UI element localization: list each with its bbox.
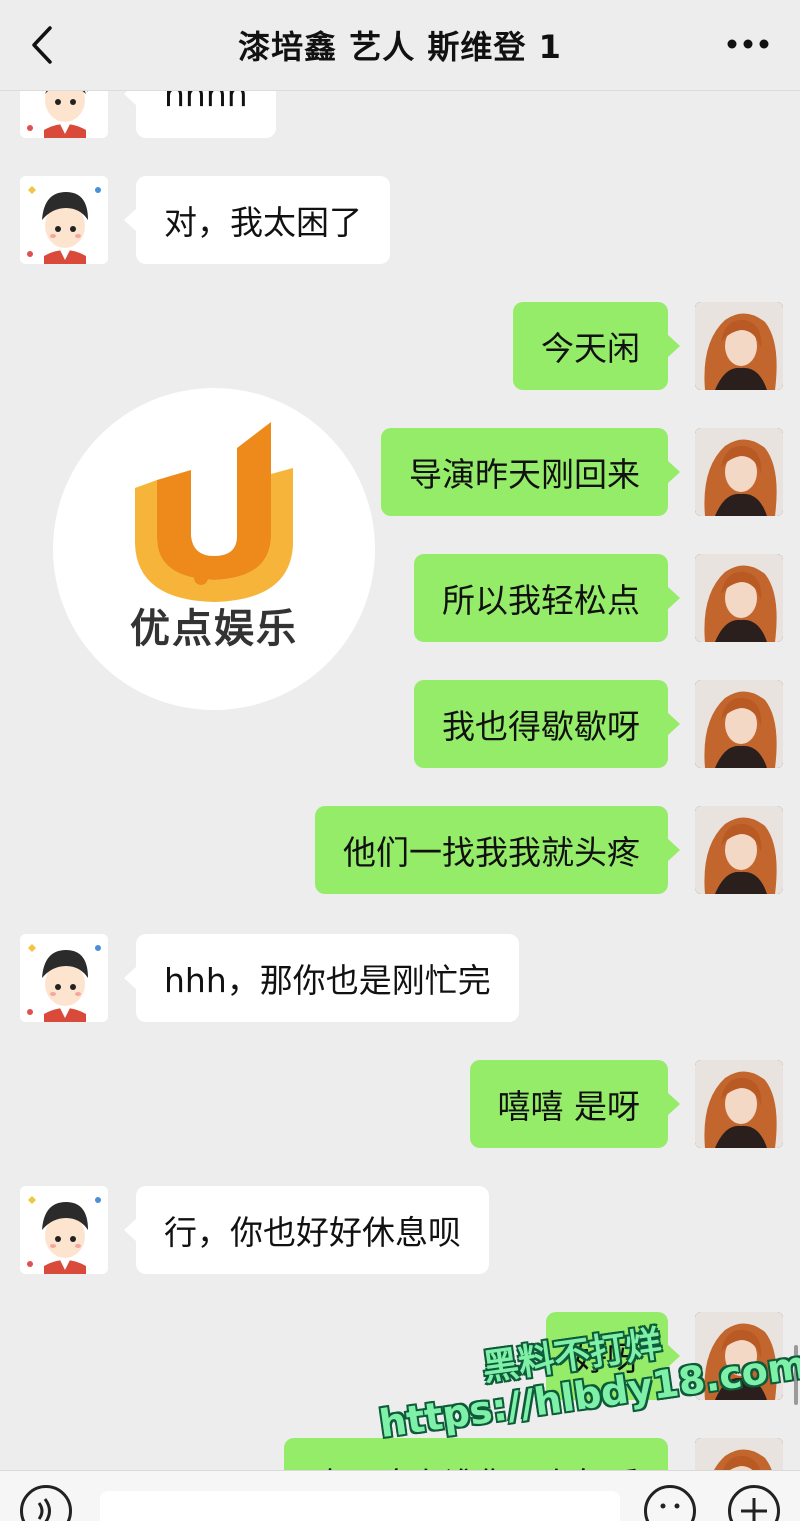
contact-avatar[interactable]	[20, 176, 108, 264]
emoji-button[interactable]	[644, 1485, 696, 1521]
cartoon-boy-avatar-icon	[20, 176, 108, 264]
message-input[interactable]	[100, 1491, 620, 1521]
user-photo-avatar-icon	[695, 680, 783, 768]
message-text: hhh，那你也是刚忙完	[164, 961, 491, 1000]
user-photo-avatar-icon	[695, 1060, 783, 1148]
brand-logo-overlay: 优点娱乐	[53, 388, 375, 710]
message-bubble-outgoing[interactable]: 他们一找我我就头疼	[315, 806, 680, 894]
chat-title: 漆培鑫 艺人 斯维登 1	[238, 28, 562, 66]
voice-input-button[interactable]	[20, 1485, 72, 1521]
my-avatar[interactable]	[695, 1438, 783, 1470]
message-text: 我也得歇歇呀	[442, 707, 640, 746]
message-bubble-incoming[interactable]: 行，你也好好休息呗	[124, 1186, 489, 1274]
input-toolbar	[0, 1470, 800, 1521]
voice-icon	[37, 1498, 51, 1521]
message-text: 对，我太困了	[164, 203, 362, 242]
u-shaped-brand-logo-icon	[135, 422, 293, 602]
user-photo-avatar-icon	[695, 806, 783, 894]
user-photo-avatar-icon	[695, 302, 783, 390]
message-bubble-outgoing[interactable]: 所以我轻松点	[414, 554, 680, 642]
cartoon-boy-avatar-icon	[20, 934, 108, 1022]
message-text: 所以我轻松点	[442, 581, 640, 620]
more-options-button[interactable]	[718, 22, 778, 66]
message-bubble-outgoing[interactable]: 我也得歇歇呀	[414, 680, 680, 768]
contact-avatar[interactable]	[20, 934, 108, 1022]
my-avatar[interactable]	[695, 1060, 783, 1148]
my-avatar[interactable]	[695, 680, 783, 768]
plus-icon	[741, 1498, 767, 1521]
message-list[interactable]: hhhh 对，我太困了 今天闲 导演昨天刚回来 所以我轻松点 我也得歇歇呀 他们…	[0, 0, 800, 1470]
more-functions-button[interactable]	[728, 1485, 780, 1521]
emoji-icon	[660, 1503, 680, 1509]
my-avatar[interactable]	[695, 806, 783, 894]
message-bubble-incoming[interactable]: hhh，那你也是刚忙完	[124, 934, 519, 1022]
message-text: 行，你也好好休息呗	[164, 1213, 461, 1252]
message-bubble-incoming[interactable]: 对，我太困了	[124, 176, 390, 264]
contact-avatar[interactable]	[20, 1186, 108, 1274]
message-text: 嘻嘻 是呀	[497, 1087, 641, 1126]
brand-logo-text: 优点娱乐	[130, 606, 298, 652]
user-photo-avatar-icon	[695, 428, 783, 516]
message-text: 他们一找我我就头疼	[343, 833, 640, 872]
message-bubble-outgoing[interactable]: 嘻嘻 是呀	[469, 1060, 680, 1148]
message-text: 导演昨天刚回来	[409, 455, 640, 494]
user-photo-avatar-icon	[695, 1438, 783, 1470]
user-photo-avatar-icon	[695, 554, 783, 642]
my-avatar[interactable]	[695, 428, 783, 516]
more-dots-icon	[727, 39, 769, 49]
my-avatar[interactable]	[695, 302, 783, 390]
chat-header: 漆培鑫 艺人 斯维登 1	[0, 0, 800, 91]
cartoon-boy-avatar-icon	[20, 1186, 108, 1274]
message-bubble-outgoing[interactable]: 导演昨天刚回来	[381, 428, 680, 516]
message-text: 昨天晚上谁你...上午睡	[312, 1458, 640, 1470]
my-avatar[interactable]	[695, 554, 783, 642]
message-text: 今天闲	[541, 329, 640, 368]
message-bubble-outgoing[interactable]: 今天闲	[513, 302, 680, 390]
message-bubble-outgoing[interactable]: 昨天晚上谁你...上午睡	[283, 1438, 668, 1470]
